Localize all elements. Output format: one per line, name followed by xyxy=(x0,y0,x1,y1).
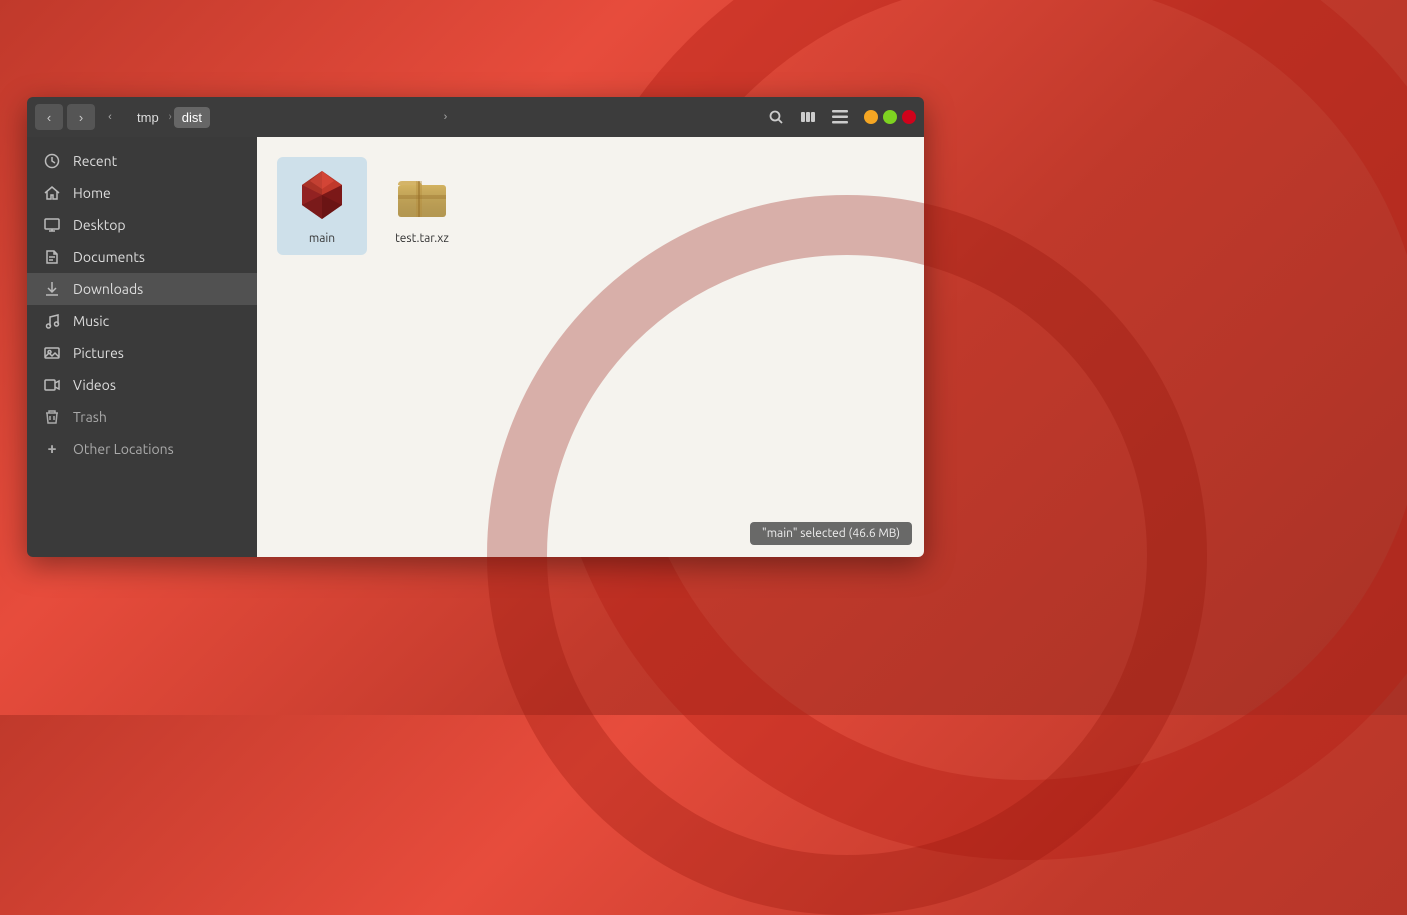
file-item-main[interactable]: main xyxy=(277,157,367,255)
sidebar-label-documents: Documents xyxy=(73,249,145,265)
music-icon xyxy=(43,312,61,330)
sidebar-label-recent: Recent xyxy=(73,153,117,169)
view-columns-button[interactable] xyxy=(794,103,822,131)
file-name-main: main xyxy=(309,231,335,247)
sidebar-label-trash: Trash xyxy=(73,409,107,425)
sidebar-item-downloads[interactable]: Downloads xyxy=(27,273,257,305)
list-icon xyxy=(832,110,848,124)
videos-icon xyxy=(43,376,61,394)
home-icon xyxy=(43,184,61,202)
sidebar-item-trash[interactable]: Trash xyxy=(27,401,257,433)
file-name-archive: test.tar.xz xyxy=(395,231,449,247)
file-item-archive[interactable]: test.tar.xz xyxy=(377,157,467,255)
close-button[interactable] xyxy=(902,110,916,124)
forward-button[interactable]: › xyxy=(67,104,95,130)
pictures-icon xyxy=(43,344,61,362)
sidebar-item-pictures[interactable]: Pictures xyxy=(27,337,257,369)
sidebar-label-other-locations: Other Locations xyxy=(73,441,174,457)
sidebar-item-documents[interactable]: Documents xyxy=(27,241,257,273)
sidebar-label-downloads: Downloads xyxy=(73,281,143,297)
sidebar-item-videos[interactable]: Videos xyxy=(27,369,257,401)
sidebar-item-desktop[interactable]: Desktop xyxy=(27,209,257,241)
breadcrumb-dist[interactable]: dist xyxy=(174,107,210,128)
file-grid: main xyxy=(277,157,904,255)
sidebar-item-music[interactable]: Music xyxy=(27,305,257,337)
recent-icon xyxy=(43,152,61,170)
sidebar-label-home: Home xyxy=(73,185,111,201)
breadcrumb-tmp[interactable]: tmp xyxy=(129,107,167,128)
file-icon-archive xyxy=(392,165,452,225)
scroll-right-button[interactable]: › xyxy=(435,104,457,130)
search-icon xyxy=(768,109,784,125)
scroll-left-button[interactable]: ‹ xyxy=(99,104,121,130)
minimize-button[interactable] xyxy=(864,110,878,124)
file-area[interactable]: main xyxy=(257,137,924,557)
back-button[interactable]: ‹ xyxy=(35,104,63,130)
content-area: Recent Home xyxy=(27,137,924,557)
sidebar-label-videos: Videos xyxy=(73,377,116,393)
status-bar: "main" selected (46.6 MB) xyxy=(750,522,912,545)
desktop-icon xyxy=(43,216,61,234)
sidebar-item-home[interactable]: Home xyxy=(27,177,257,209)
trash-icon xyxy=(43,408,61,426)
file-icon-main xyxy=(292,165,352,225)
sidebar: Recent Home xyxy=(27,137,257,557)
titlebar: ‹ › ‹ tmp › dist › xyxy=(27,97,924,137)
file-manager: ‹ › ‹ tmp › dist › xyxy=(27,97,924,557)
breadcrumb: tmp › dist xyxy=(129,107,427,128)
window-controls xyxy=(864,110,916,124)
sidebar-label-music: Music xyxy=(73,313,109,329)
sidebar-label-pictures: Pictures xyxy=(73,345,124,361)
sidebar-label-desktop: Desktop xyxy=(73,217,126,233)
columns-icon xyxy=(800,109,816,125)
sidebar-item-recent[interactable]: Recent xyxy=(27,145,257,177)
maximize-button[interactable] xyxy=(883,110,897,124)
other-locations-icon: + xyxy=(43,440,61,458)
view-list-button[interactable] xyxy=(826,103,854,131)
status-text: "main" selected (46.6 MB) xyxy=(762,527,900,540)
documents-icon xyxy=(43,248,61,266)
downloads-icon xyxy=(43,280,61,298)
breadcrumb-separator: › xyxy=(169,111,172,123)
sidebar-item-other-locations[interactable]: + Other Locations xyxy=(27,433,257,465)
search-button[interactable] xyxy=(762,103,790,131)
